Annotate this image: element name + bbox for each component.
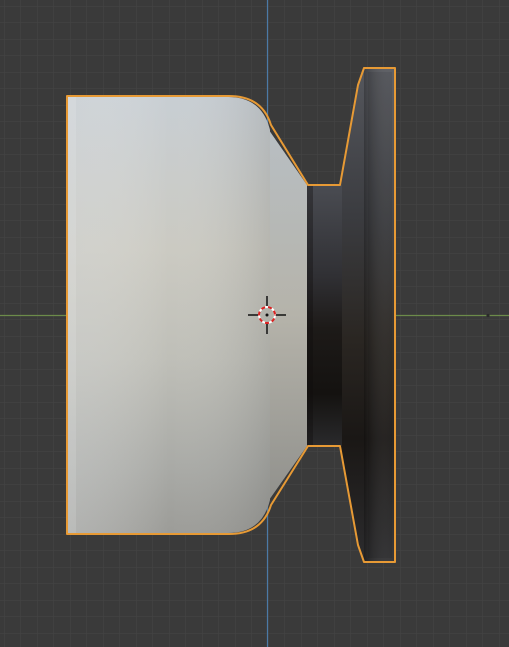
cylinder-body bbox=[68, 97, 270, 533]
axis-marker bbox=[486, 313, 490, 318]
viewport-canvas[interactable] bbox=[0, 0, 509, 647]
3d-viewport[interactable] bbox=[0, 0, 509, 647]
neck bbox=[305, 185, 342, 446]
